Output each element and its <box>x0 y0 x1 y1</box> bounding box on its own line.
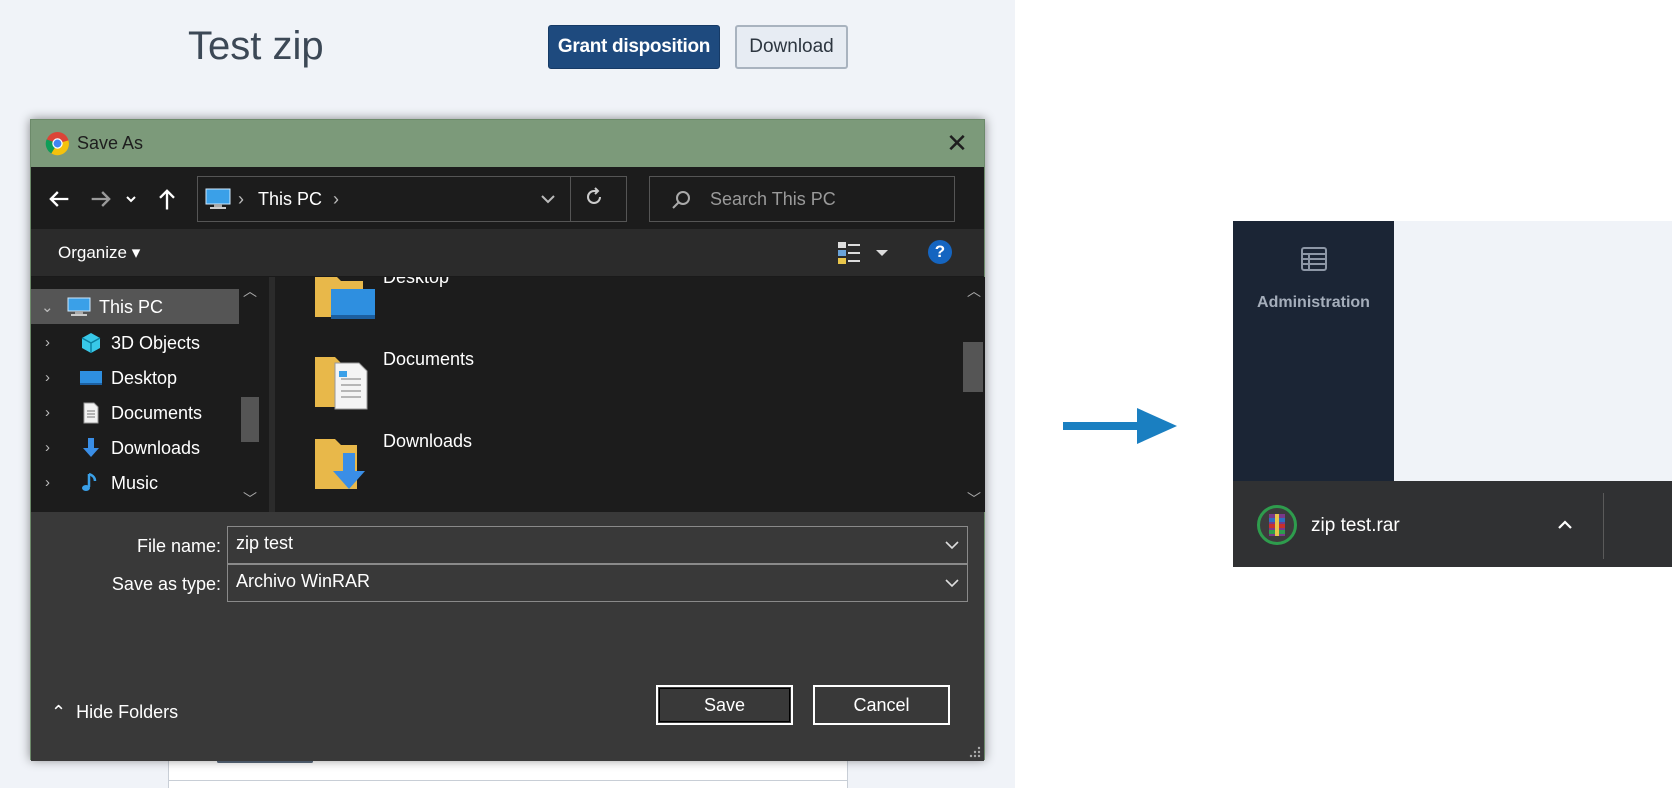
chevron-down-icon[interactable] <box>943 536 961 554</box>
file-name-field[interactable]: zip test <box>227 526 968 564</box>
music-note-icon <box>82 472 97 491</box>
desktop-folder-icon <box>315 277 375 319</box>
save-type-label: Save as type: <box>111 574 221 594</box>
breadcrumb-separator[interactable]: › <box>333 189 339 210</box>
nav-item-label: Desktop <box>111 368 178 388</box>
file-item-label: Downloads <box>383 431 473 451</box>
file-name-value[interactable]: zip test <box>236 533 293 553</box>
resize-grip-icon[interactable] <box>969 746 981 758</box>
dialog-titlebar[interactable]: Save As ✕ <box>31 120 984 167</box>
chevron-right-icon[interactable]: › <box>45 369 50 386</box>
chevron-right-icon[interactable]: › <box>45 404 50 421</box>
recent-locations-chevron-icon[interactable] <box>123 185 139 213</box>
nav-item-label: Documents <box>111 403 203 423</box>
navigation-scrollbar[interactable]: ︿ ﹀ <box>239 277 261 512</box>
dialog-footer: File name: zip test Save as type: Archiv… <box>31 512 984 761</box>
scrollbar-thumb[interactable] <box>963 342 983 392</box>
divider <box>1603 493 1604 559</box>
chevron-right-icon[interactable]: › <box>45 474 50 491</box>
nav-item-label: This PC <box>99 297 164 317</box>
scroll-down-icon[interactable]: ﹀ <box>967 489 981 509</box>
save-as-dialog: Save As ✕ › This PC › Organize ▾ ? <box>30 119 985 761</box>
table-list-icon[interactable] <box>1301 247 1327 271</box>
file-item-label: Desktop <box>383 277 450 287</box>
close-icon[interactable]: ✕ <box>942 128 972 158</box>
file-item-desktop[interactable]: Desktop <box>313 277 713 337</box>
sidebar-item-administration[interactable]: Administration <box>1233 294 1394 312</box>
file-item-label: Documents <box>383 349 475 369</box>
nav-item-downloads[interactable]: › Downloads <box>31 430 249 465</box>
scroll-down-icon[interactable]: ﹀ <box>243 489 257 509</box>
up-arrow-icon[interactable] <box>153 185 181 213</box>
dialog-title: Save As <box>77 133 144 153</box>
download-filename[interactable]: zip test.rar <box>1311 515 1400 537</box>
page-title: Test zip <box>188 24 324 68</box>
nav-item-label: Music <box>111 473 159 493</box>
chevron-right-icon[interactable]: › <box>45 334 50 351</box>
divider <box>169 780 847 781</box>
nav-item-documents[interactable]: › Documents <box>31 395 249 430</box>
chevron-right-icon[interactable]: › <box>45 439 50 456</box>
search-input[interactable] <box>710 177 950 221</box>
browser-crop: Administration zip test.rar <box>1233 221 1672 567</box>
nav-item-music[interactable]: › Music <box>31 465 249 500</box>
cube-icon <box>81 333 101 353</box>
grant-disposition-button[interactable]: Grant disposition <box>548 25 720 69</box>
hide-folders-toggle[interactable]: ⌃ Hide Folders <box>51 702 178 723</box>
documents-folder-icon <box>315 357 368 410</box>
save-type-select[interactable]: Archivo WinRAR <box>227 564 968 602</box>
breadcrumb-separator: › <box>238 189 244 209</box>
breadcrumb-this-pc[interactable]: This PC <box>258 189 322 210</box>
chevron-down-icon[interactable] <box>538 189 558 209</box>
navigation-pane: ⌄ This PC › 3D Objects › Desktop › Docum… <box>31 277 269 512</box>
file-name-label: File name: <box>136 536 221 556</box>
address-bar[interactable]: › This PC › <box>197 176 627 222</box>
help-icon[interactable]: ? <box>928 240 952 264</box>
chevron-down-icon[interactable]: ⌄ <box>41 298 54 316</box>
save-button[interactable]: Save <box>656 685 793 725</box>
divider <box>570 177 571 221</box>
organize-menu[interactable]: Organize ▾ <box>58 243 140 263</box>
scrollbar-thumb[interactable] <box>241 397 259 442</box>
desktop-icon <box>80 371 102 385</box>
save-type-value[interactable]: Archivo WinRAR <box>236 571 370 591</box>
document-icon <box>83 402 99 424</box>
chrome-icon <box>45 132 69 156</box>
scroll-up-icon[interactable]: ︿ <box>243 281 257 301</box>
scroll-up-icon[interactable]: ︿ <box>967 281 981 301</box>
nav-item-desktop[interactable]: › Desktop <box>31 360 249 395</box>
search-icon <box>672 191 690 209</box>
hide-folders-label: Hide Folders <box>76 702 179 722</box>
computer-icon <box>205 188 231 209</box>
file-item-downloads[interactable]: Downloads <box>313 431 713 501</box>
search-box <box>649 176 955 222</box>
forward-arrow-icon[interactable] <box>87 185 115 213</box>
file-list-scrollbar[interactable]: ︿ ﹀ <box>961 277 985 512</box>
back-arrow-icon[interactable] <box>45 185 73 213</box>
winrar-file-icon[interactable] <box>1257 505 1297 545</box>
sidebar: Administration <box>1233 221 1394 481</box>
nav-item-label: 3D Objects <box>111 333 201 353</box>
computer-icon <box>67 297 91 316</box>
change-view-icon[interactable] <box>836 240 896 266</box>
dialog-toolbar: Organize ▾ ? <box>31 229 984 277</box>
download-button[interactable]: Download <box>735 25 848 69</box>
downloads-folder-icon <box>315 439 365 489</box>
right-arrow-icon <box>1063 408 1177 444</box>
chevron-up-icon: ⌃ <box>51 702 67 722</box>
download-arrow-icon <box>83 438 99 457</box>
navigation-bar: › This PC › <box>31 167 984 229</box>
nav-item-this-pc[interactable]: ⌄ This PC <box>31 289 239 324</box>
nav-item-3d-objects[interactable]: › 3D Objects <box>31 325 249 360</box>
chevron-down-icon[interactable] <box>943 574 961 592</box>
chevron-up-icon[interactable] <box>1555 515 1575 535</box>
nav-item-label: Downloads <box>111 438 201 458</box>
file-list: Desktop Documents Downloads ︿ ﹀ <box>275 277 985 512</box>
cancel-button[interactable]: Cancel <box>813 685 950 725</box>
download-shelf: zip test.rar <box>1233 481 1672 567</box>
refresh-icon[interactable] <box>582 185 606 209</box>
file-item-documents[interactable]: Documents <box>313 349 713 419</box>
